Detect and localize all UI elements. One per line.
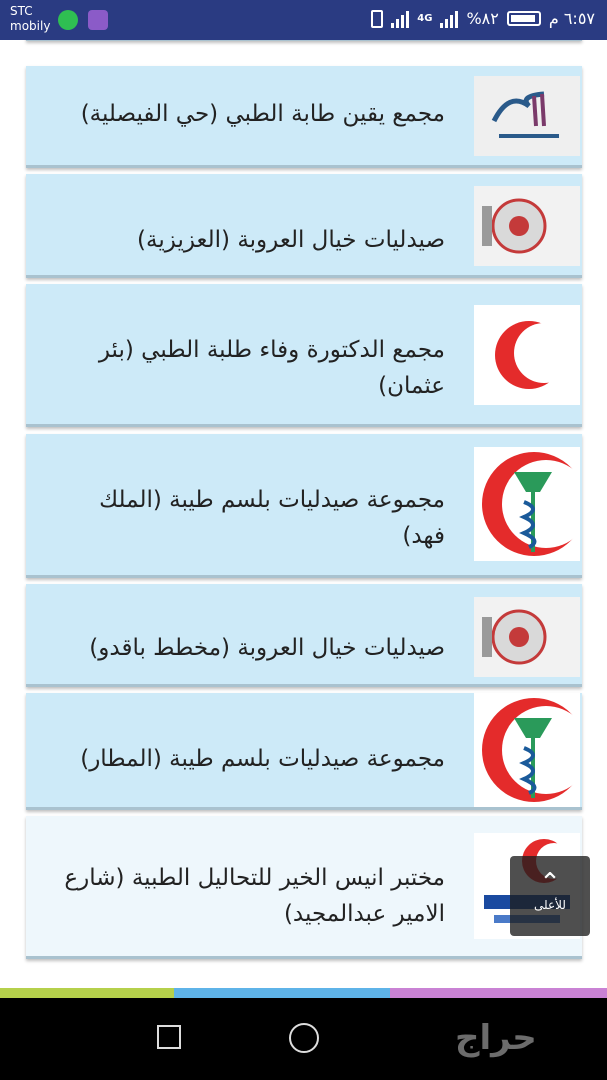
whatsapp-icon [58, 10, 78, 30]
listing-title: صيدليات خيال العروبة (العزيزية) [137, 227, 445, 253]
carrier-line-1: STC [10, 4, 33, 18]
listing-title: مجمع الدكتورة وفاء طلبة الطبي (بئر عثمان… [98, 337, 445, 399]
battery-percent: %٨٢ [466, 9, 499, 28]
listing-card[interactable]: مجموعة صيدليات بلسم طيبة (المطار) [26, 693, 582, 810]
listing-card-partial[interactable] [26, 40, 582, 41]
khayal-alorouba-logo-icon [474, 597, 580, 677]
listing-card[interactable]: صيدليات خيال العروبة (العزيزية) [26, 174, 582, 278]
recents-button[interactable] [157, 1025, 181, 1049]
listing-card[interactable]: صيدليات خيال العروبة (مخطط باقدو) [26, 584, 582, 687]
listing-title: مختبر انيس الخير للتحاليل الطبية (شارع ا… [64, 865, 445, 927]
carrier-label: STC mobily [10, 4, 50, 34]
signal-icon [391, 10, 410, 28]
listing-card[interactable]: مختبر انيس الخير للتحاليل الطبية (شارع ا… [26, 816, 582, 959]
home-button[interactable] [289, 1023, 319, 1053]
back-to-top-label: للأعلى [534, 898, 566, 912]
pharmacy-snake-crescent-icon [474, 447, 580, 561]
listing-title: صيدليات خيال العروبة (مخطط باقدو) [89, 635, 445, 661]
listing-card[interactable]: مجمع يقين طابة الطبي (حي الفيصلية) [26, 66, 582, 168]
back-to-top-button[interactable]: ⌃ للأعلى [510, 856, 590, 936]
pharmacy-snake-crescent-icon [474, 693, 580, 807]
navigation-bar: حراج [0, 998, 607, 1080]
battery-icon [506, 11, 541, 26]
chevron-up-icon: ⌃ [539, 868, 561, 898]
listing-card[interactable]: مجموعة صيدليات بلسم طيبة (الملك فهد) [26, 434, 582, 578]
carrier-line-2: mobily [10, 19, 51, 33]
watermark: حراج [455, 1018, 537, 1058]
status-bar: STC mobily 4G %٨٢ ٦:٥٧ م [0, 0, 607, 40]
color-strip [0, 988, 607, 998]
listing-title: مجموعة صيدليات بلسم طيبة (الملك فهد) [99, 487, 445, 549]
listing-title: مجموعة صيدليات بلسم طيبة (المطار) [80, 746, 445, 772]
strip-green [0, 988, 174, 998]
vibrate-icon [371, 9, 384, 28]
listing-card[interactable]: مجمع الدكتورة وفاء طلبة الطبي (بئر عثمان… [26, 284, 582, 427]
signal-icon-2 [440, 10, 459, 28]
gallery-icon [88, 10, 108, 30]
yaqeen-logo-icon [474, 76, 580, 156]
strip-purple [390, 988, 607, 998]
listings-list[interactable]: مجمع يقين طابة الطبي (حي الفيصلية) صيدلي… [0, 40, 607, 988]
clock: ٦:٥٧ م [548, 9, 595, 28]
listing-title: مجمع يقين طابة الطبي (حي الفيصلية) [80, 101, 445, 127]
khayal-alorouba-logo-icon [474, 186, 580, 266]
strip-blue [174, 988, 390, 998]
network-type: 4G [417, 12, 433, 24]
red-crescent-icon [474, 305, 580, 405]
status-indicators: 4G %٨٢ ٦:٥٧ م [371, 9, 595, 28]
